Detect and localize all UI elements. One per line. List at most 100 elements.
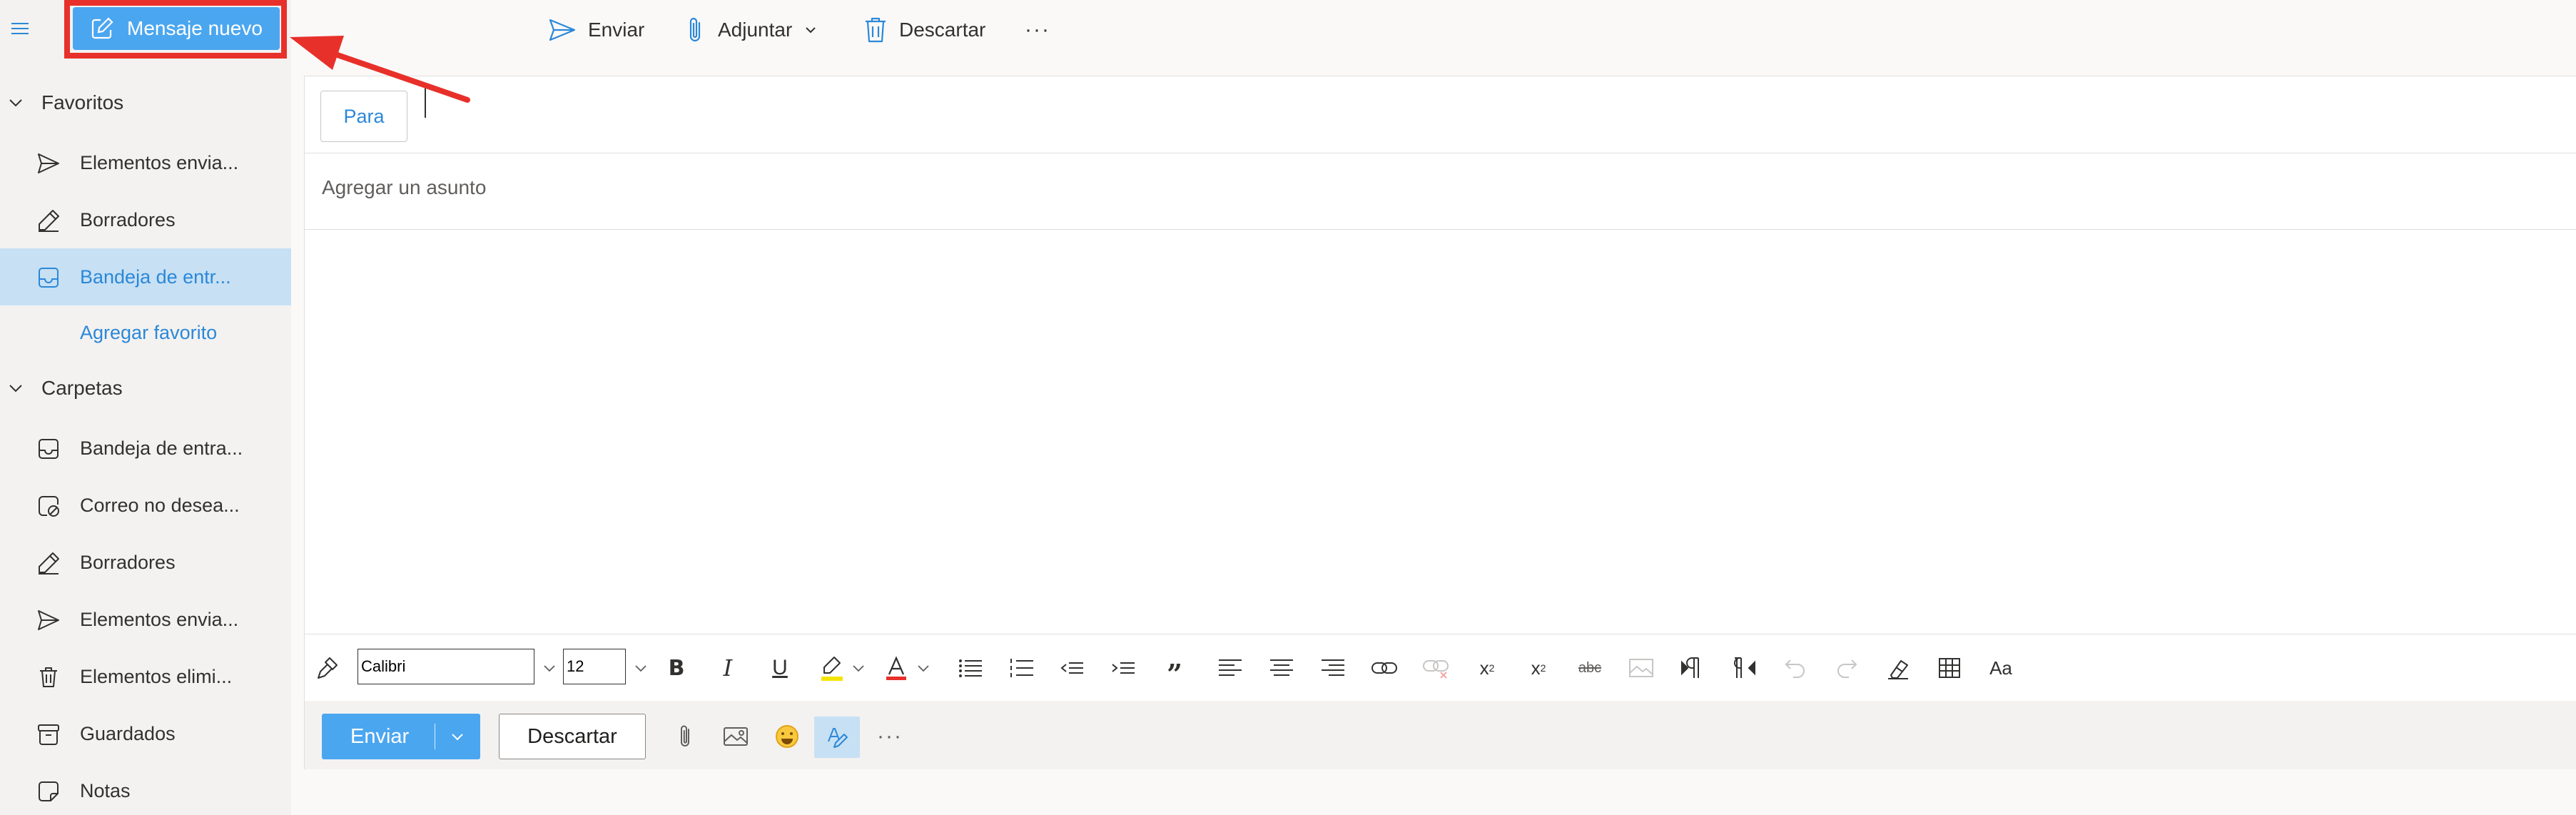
superscript-icon[interactable]: x2: [1472, 653, 1502, 683]
message-body[interactable]: [305, 231, 2576, 634]
chevron-down-icon[interactable]: [443, 722, 472, 751]
sidebar-item-notes[interactable]: Notas: [0, 762, 291, 815]
sidebar-item-sent[interactable]: Elementos envia...: [0, 591, 291, 648]
font-name-input[interactable]: [358, 649, 534, 684]
send-command[interactable]: Enviar: [548, 13, 644, 47]
sidebar-item-drafts-favorite[interactable]: Borradores: [0, 191, 291, 248]
chevron-down-icon: [6, 378, 26, 398]
undo-icon[interactable]: [1780, 653, 1810, 683]
align-right-icon[interactable]: [1318, 653, 1348, 683]
link-icon[interactable]: [1369, 653, 1399, 683]
bullet-list-icon[interactable]: [955, 653, 985, 683]
sidebar-item-archive[interactable]: Guardados: [0, 705, 291, 762]
italic-icon[interactable]: I: [713, 653, 743, 683]
unlink-icon[interactable]: [1421, 653, 1451, 683]
subscript-icon[interactable]: x2: [1523, 653, 1553, 683]
new-message-button[interactable]: Mensaje nuevo: [73, 7, 280, 50]
inbox-icon: [36, 436, 61, 462]
subject-field[interactable]: Agregar un asunto: [322, 176, 486, 199]
sidebar-item-label: Bandeja de entr...: [80, 265, 231, 288]
sidebar-item-label: Borradores: [80, 208, 176, 231]
chevron-down-icon[interactable]: [908, 653, 938, 683]
strikethrough-icon[interactable]: abc: [1575, 653, 1605, 683]
numbered-list-icon[interactable]: [1007, 653, 1037, 683]
text-cursor: [425, 88, 426, 118]
highlight-icon[interactable]: [817, 653, 847, 683]
pencil-icon: [36, 550, 61, 576]
favorites-title: Favoritos: [41, 91, 124, 113]
more-icon: ···: [1025, 18, 1050, 41]
discard-command-label: Descartar: [899, 19, 986, 41]
trash-icon: [36, 664, 61, 690]
align-center-icon[interactable]: [1267, 653, 1297, 683]
sidebar-item-drafts[interactable]: Borradores: [0, 534, 291, 591]
attach-command[interactable]: Adjuntar: [685, 13, 818, 47]
paperclip-icon[interactable]: [669, 719, 703, 754]
chevron-down-icon[interactable]: [843, 653, 873, 683]
new-message-label: Mensaje nuevo: [127, 17, 263, 39]
redo-icon[interactable]: [1832, 653, 1862, 683]
inbox-icon: [36, 265, 61, 290]
send-icon: [36, 151, 61, 176]
sidebar-item-label: Bandeja de entra...: [80, 437, 243, 459]
font-size-input[interactable]: [563, 649, 626, 684]
rtl-icon[interactable]: [1729, 653, 1759, 683]
compose-action-bar: Enviar Descartar ···: [304, 701, 2576, 769]
table-icon[interactable]: [1934, 653, 1964, 683]
format-painter-icon[interactable]: [313, 653, 343, 683]
send-icon: [36, 607, 61, 633]
sidebar-item-inbox[interactable]: Bandeja de entra...: [0, 420, 291, 477]
underline-icon[interactable]: U: [765, 653, 795, 683]
hamburger-menu-icon[interactable]: [7, 16, 33, 41]
sidebar-item-junk[interactable]: Correo no desea...: [0, 477, 291, 534]
sidebar-item-label: Elementos envia...: [80, 608, 239, 630]
folders-title: Carpetas: [41, 377, 123, 399]
junk-icon: [36, 493, 61, 519]
editor-icon[interactable]: [814, 717, 860, 758]
to-field[interactable]: [430, 83, 2500, 141]
font-color-icon[interactable]: [881, 653, 911, 683]
chevron-down-icon[interactable]: [534, 653, 564, 683]
sidebar-item-label: Borradores: [80, 551, 176, 573]
sidebar-item-inbox-favorite[interactable]: Bandeja de entr...: [0, 248, 291, 305]
send-icon: [548, 17, 577, 43]
to-button[interactable]: Para: [320, 91, 407, 142]
favorites-header[interactable]: Favoritos: [0, 81, 291, 124]
formatting-toolbar: B I U ”: [304, 634, 2576, 701]
sidebar-item-label: Guardados: [80, 722, 176, 744]
pencil-icon: [36, 208, 61, 233]
compose-editor: Para Agregar un asunto: [304, 76, 2576, 634]
archive-icon: [36, 722, 61, 747]
discard-button[interactable]: Descartar: [499, 714, 646, 759]
decrease-indent-icon[interactable]: [1057, 653, 1087, 683]
sidebar-item-label: Notas: [80, 779, 131, 801]
add-favorite-link[interactable]: Agregar favorito: [80, 322, 217, 344]
sidebar-item-deleted[interactable]: Elementos elimi...: [0, 648, 291, 705]
insert-picture-inline-icon[interactable]: [1626, 653, 1656, 683]
more-options-button[interactable]: ···: [1025, 13, 1050, 47]
chevron-down-icon[interactable]: [626, 653, 656, 683]
insert-image-icon[interactable]: [719, 719, 753, 754]
note-icon: [36, 779, 61, 804]
clear-formatting-icon[interactable]: [1883, 653, 1913, 683]
sidebar-item-label: Elementos elimi...: [80, 665, 233, 687]
ltr-icon[interactable]: [1678, 653, 1708, 683]
compose-pane: Para Agregar un asunto B I U: [304, 76, 2576, 815]
divider: [305, 229, 2576, 230]
align-left-icon[interactable]: [1215, 653, 1245, 683]
more-options-button[interactable]: ···: [873, 719, 907, 754]
discard-command[interactable]: Descartar: [863, 13, 985, 47]
send-button[interactable]: Enviar: [322, 714, 480, 759]
sidebar-item-sent-favorite[interactable]: Elementos envia...: [0, 134, 291, 191]
folders-header[interactable]: Carpetas: [0, 367, 291, 410]
chevron-down-icon: [6, 93, 26, 113]
emoji-icon[interactable]: [770, 719, 804, 754]
sidebar-item-label: Correo no desea...: [80, 494, 240, 516]
increase-indent-icon[interactable]: [1108, 653, 1138, 683]
send-button-label: Enviar: [350, 725, 410, 748]
bold-icon[interactable]: B: [661, 653, 691, 683]
text-style-icon[interactable]: Aa: [1986, 653, 2016, 683]
quote-icon[interactable]: ”: [1160, 653, 1190, 690]
sidebar-item-label: Elementos envia...: [80, 151, 239, 173]
trash-icon: [863, 16, 888, 44]
